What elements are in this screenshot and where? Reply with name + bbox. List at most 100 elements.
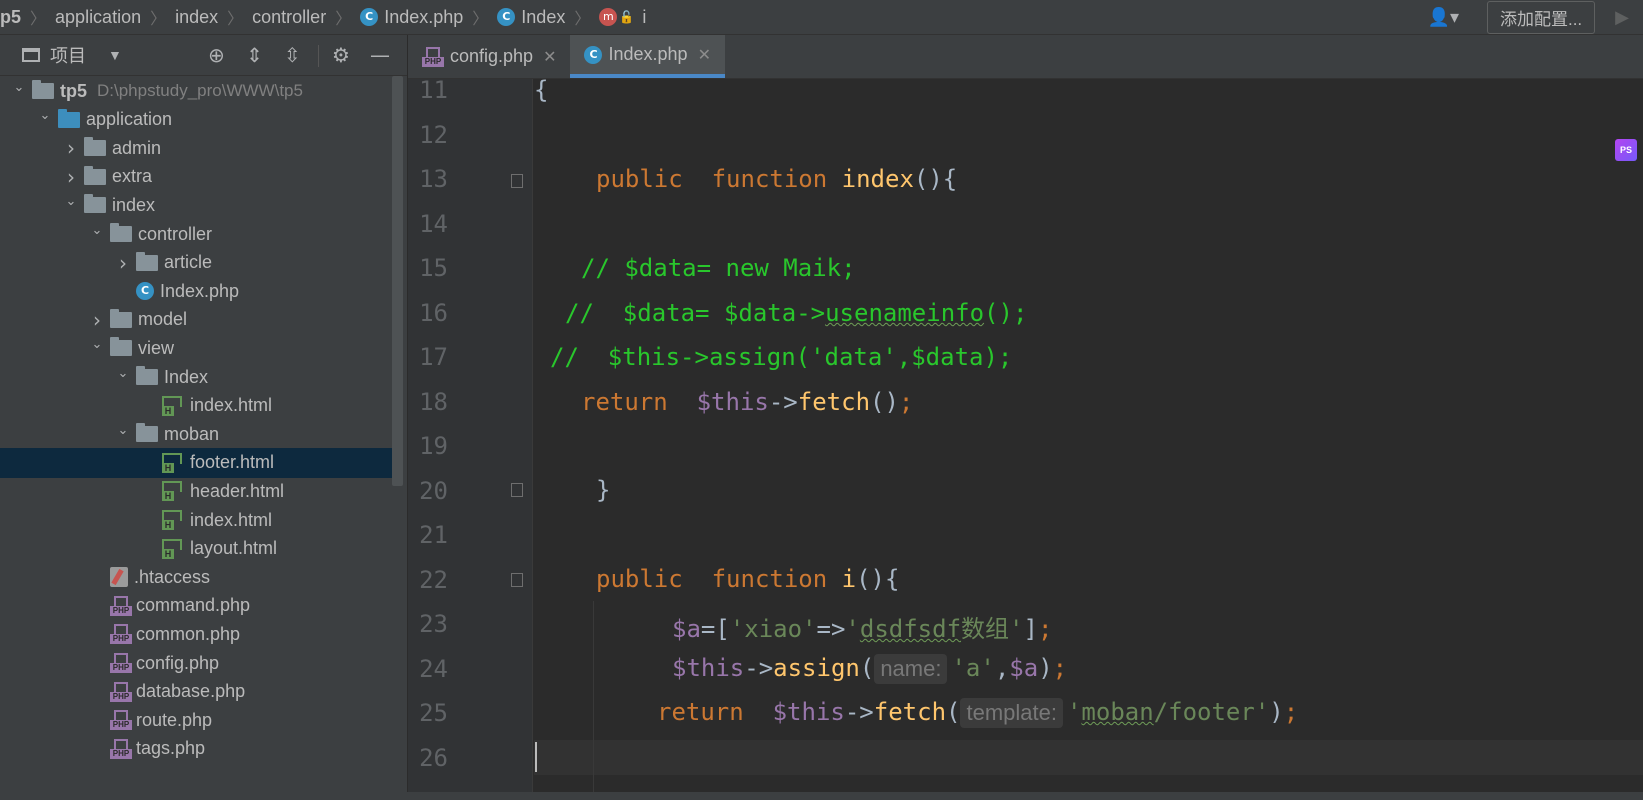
tree-item[interactable]: ⌄ controller [0, 219, 392, 249]
project-toolbar: 项目 ▼ ⊕ ⇕ ⇳ ⚙ — [0, 35, 407, 76]
tree-item[interactable]: ⌄ application [0, 105, 392, 135]
tree-item-label: model [138, 309, 188, 330]
indent-guide [593, 601, 594, 800]
tree-item[interactable]: common.php [0, 619, 392, 649]
breadcrumb-class[interactable]: C Index [497, 7, 565, 28]
php-file-icon [110, 653, 132, 673]
tree-item[interactable]: ⌄ Index [0, 362, 392, 392]
line-number: 13 [419, 165, 448, 193]
folder-icon [110, 223, 132, 242]
tree-item[interactable]: footer.html [0, 447, 392, 478]
run-icon[interactable]: ▶ [1615, 7, 1629, 28]
chevron-down-icon[interactable]: ⌄ [116, 366, 130, 381]
line-number: 26 [419, 743, 448, 772]
chevron-right-icon[interactable]: › [64, 136, 78, 160]
tab-label: config.php [450, 46, 534, 66]
chevron-down-icon[interactable]: ⌄ [12, 80, 26, 95]
line-number: 14 [419, 209, 448, 238]
phpstorm-icon[interactable]: PS [1615, 139, 1637, 161]
code-line-15: // $data= new Maik; [581, 254, 856, 282]
chevron-right-icon[interactable]: › [90, 308, 104, 332]
chevron-down-icon[interactable]: ⌄ [64, 194, 78, 209]
close-icon[interactable]: ✕ [543, 47, 556, 67]
breadcrumb-separator: 〉 [574, 11, 591, 28]
tree-item[interactable]: ⌄ tp5 D:\phpstudy_pro\WWW\tp5 [0, 76, 392, 106]
tree-item[interactable]: tags.php [0, 734, 392, 764]
html-file-icon [162, 538, 182, 559]
chevron-down-icon[interactable]: ⌄ [90, 223, 104, 238]
breadcrumb-application[interactable]: application [55, 7, 141, 28]
user-icon[interactable]: 👤▾ [1428, 7, 1459, 28]
line-number: 24 [419, 654, 448, 683]
breadcrumb-method[interactable]: m 🔓 i [599, 7, 646, 28]
code-editor[interactable]: 11 12 13 14 15 16 17 18 19 20 21 22 23 24 25 26 { publi… [408, 79, 1643, 800]
tree-item[interactable]: command.php [0, 591, 392, 621]
tree-item[interactable]: layout.html [0, 534, 392, 564]
toolbar-right: 👤▾ 添加配置... ▶ [1428, 0, 1643, 34]
tree-item[interactable]: .htaccess [0, 562, 392, 592]
tree-item-label: admin [112, 137, 162, 158]
tree-item-label: command.php [136, 595, 251, 616]
tree-item-label: common.php [136, 623, 241, 644]
parameter-hint: template: [960, 698, 1063, 728]
class-icon: C [360, 8, 379, 26]
php-file-icon [110, 710, 132, 731]
tree-item-label: view [138, 337, 175, 358]
tree-item[interactable]: index.html [0, 505, 392, 535]
tree-item[interactable]: › admin [0, 133, 392, 163]
chevron-right-icon[interactable]: › [64, 165, 78, 189]
code-line-17: // $this->assign('data',$data); [550, 343, 1013, 371]
tree-item[interactable]: C Index.php [0, 276, 392, 306]
tree-item[interactable]: ⌄ moban [0, 419, 392, 449]
tree-item[interactable]: › article [0, 248, 392, 278]
locate-icon[interactable]: ⊕ [208, 43, 225, 67]
tree-item-label: tp5 [60, 80, 87, 101]
project-title: 项目 [50, 46, 86, 66]
tab-index-php[interactable]: C Index.php ✕ [570, 35, 725, 78]
tree-item-label: article [164, 252, 213, 273]
chevron-right-icon[interactable]: › [116, 251, 130, 275]
breadcrumb-index[interactable]: index [175, 7, 218, 28]
close-icon[interactable]: ✕ [698, 45, 711, 65]
expand-all-icon[interactable]: ⇕ [246, 43, 263, 67]
toolbar-divider [318, 45, 319, 67]
tree-item-label: extra [112, 166, 153, 187]
minimize-icon[interactable]: — [370, 43, 390, 67]
collapse-all-icon[interactable]: ⇳ [284, 43, 301, 67]
tree-item[interactable]: ⌄ index [0, 190, 392, 220]
fold-marker-icon[interactable] [511, 483, 523, 497]
tree-item[interactable]: › extra [0, 162, 392, 192]
tree-item[interactable]: › model [0, 305, 392, 335]
line-number: 16 [419, 298, 448, 327]
chevron-down-icon[interactable]: ⌄ [38, 108, 52, 123]
tree-item-label: moban [164, 423, 220, 444]
code-line-13: public function index(){ [596, 165, 958, 193]
fold-marker-icon[interactable] [511, 174, 523, 188]
project-view-selector[interactable]: 项目 ▼ [22, 42, 122, 68]
tree-item[interactable]: database.php [0, 677, 392, 707]
breadcrumb-controller[interactable]: controller [252, 7, 326, 28]
project-scrollbar[interactable] [392, 76, 403, 486]
code-line-22: public function i(){ [596, 565, 900, 593]
tree-item-label: footer.html [190, 452, 275, 473]
tree-item[interactable]: ⌄ view [0, 333, 392, 363]
folder-icon [32, 80, 54, 99]
chevron-down-icon[interactable]: ⌄ [116, 423, 130, 438]
line-number: 17 [419, 343, 448, 371]
current-line-highlight [534, 740, 1643, 775]
php-file-icon [110, 738, 132, 759]
tree-item[interactable]: config.php [0, 648, 392, 678]
add-configuration-button[interactable]: 添加配置... [1486, 0, 1596, 34]
breadcrumb-root[interactable]: p5 [0, 7, 21, 28]
line-number: 20 [419, 476, 448, 505]
project-panel: 项目 ▼ ⊕ ⇕ ⇳ ⚙ — ⌄ tp5 D:\phpstudy_pro\WWW\t… [0, 35, 407, 800]
editor-tabs: config.php ✕ C Index.php ✕ [408, 35, 1643, 79]
chevron-down-icon[interactable]: ⌄ [90, 337, 104, 352]
tree-item[interactable]: header.html [0, 476, 392, 506]
tab-config-php[interactable]: config.php ✕ [408, 35, 570, 78]
gear-icon[interactable]: ⚙ [332, 43, 350, 67]
tree-item[interactable]: route.php [0, 705, 392, 735]
breadcrumb-file[interactable]: C Index.php [360, 7, 463, 28]
tree-item[interactable]: index.html [0, 391, 392, 421]
fold-marker-icon[interactable] [511, 573, 523, 587]
